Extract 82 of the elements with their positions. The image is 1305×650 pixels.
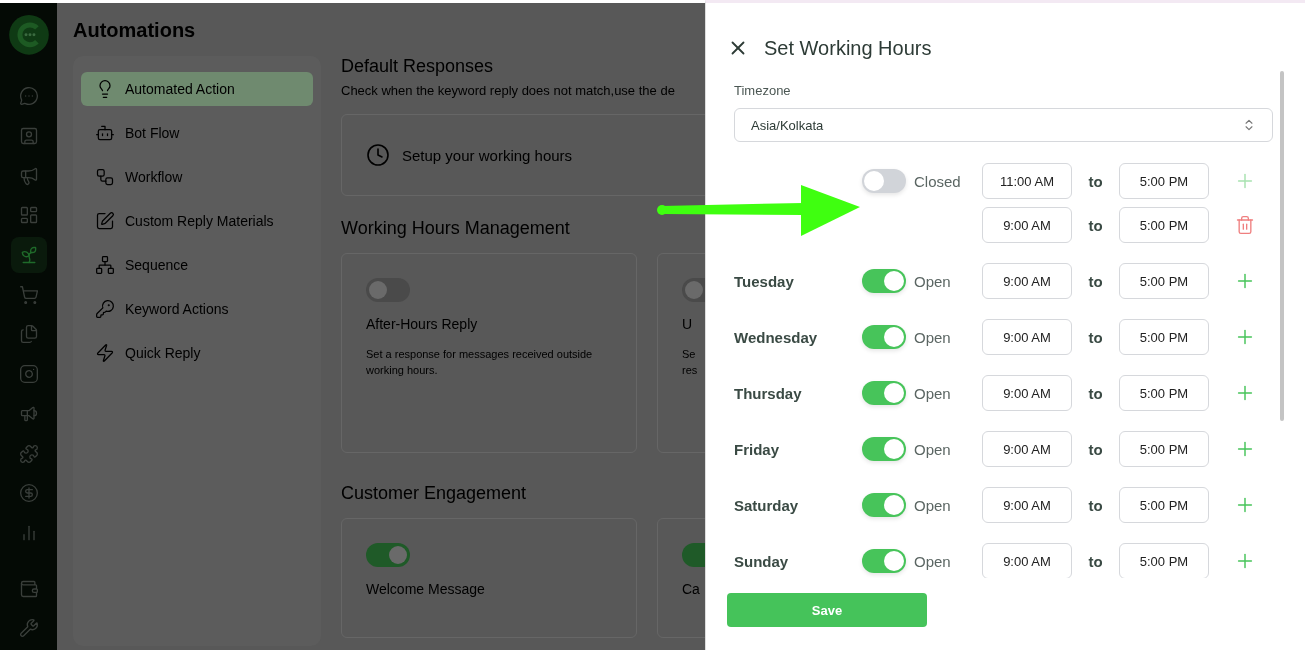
time-input[interactable]: 5:00 PM: [1119, 319, 1209, 355]
nav-item[interactable]: [10, 237, 47, 273]
timezone-select[interactable]: Asia/Kolkata: [734, 108, 1273, 142]
section-subtitle: Check when the keyword reply does not match,use the de: [341, 83, 676, 98]
time-input[interactable]: 11:00 AM: [982, 163, 1072, 199]
chat-icon: [18, 86, 39, 107]
toggle-switch[interactable]: [862, 325, 906, 349]
day-name: Saturday: [734, 495, 800, 516]
status-label: Closed: [913, 171, 962, 192]
card-title: Welcome Message: [366, 581, 486, 597]
dollar-icon: [18, 483, 39, 504]
toggle-switch[interactable]: [862, 437, 906, 461]
key-icon: [95, 299, 115, 319]
drawer-title: Set Working Hours: [764, 36, 932, 60]
lightning-icon: [95, 343, 115, 363]
pen-square-icon: [95, 211, 115, 231]
toggle-switch[interactable]: [366, 543, 410, 567]
status-label: Open: [913, 383, 952, 404]
to-label: to: [1087, 440, 1104, 458]
dashboard-icon: [18, 205, 39, 226]
field-label: Timezone: [734, 83, 792, 98]
toggle-switch[interactable]: [862, 169, 906, 193]
section-title: Customer Engagement: [341, 483, 528, 504]
delete-button[interactable]: [1234, 214, 1256, 236]
to-label: to: [1087, 328, 1104, 346]
time-input[interactable]: 9:00 AM: [982, 431, 1072, 467]
status-label: Open: [913, 439, 952, 460]
toggle-switch[interactable]: [862, 269, 906, 293]
time-input[interactable]: 5:00 PM: [1119, 163, 1209, 199]
toggle-switch[interactable]: [862, 549, 906, 573]
logo: [8, 15, 49, 55]
hierarchy-icon: [95, 255, 115, 275]
day-name: Tuesday: [734, 271, 795, 292]
to-label: to: [1087, 172, 1104, 190]
time-input[interactable]: 5:00 PM: [1119, 487, 1209, 523]
clock-icon: [366, 143, 390, 167]
section-title: Default Responses: [341, 56, 495, 77]
puzzle-icon: [18, 443, 39, 464]
bot-icon: [95, 123, 115, 143]
card-description: Se res: [682, 347, 699, 378]
to-label: to: [1087, 496, 1104, 514]
wrench-icon: [18, 618, 39, 639]
day-name: Thursday: [734, 383, 803, 404]
section-title: Working Hours Management: [341, 218, 571, 239]
trash-icon: [1235, 215, 1255, 235]
toggle-switch[interactable]: [862, 493, 906, 517]
time-input[interactable]: 9:00 AM: [982, 375, 1072, 411]
to-label: to: [1087, 272, 1104, 290]
time-input[interactable]: 5:00 PM: [1119, 375, 1209, 411]
instagram-icon: [18, 364, 39, 385]
status-label: Open: [913, 271, 952, 292]
to-label: to: [1087, 384, 1104, 402]
card-description: Set a response for messages received outside working hours.: [366, 347, 594, 378]
card-title: Ca: [682, 581, 701, 597]
status-label: Open: [913, 495, 952, 516]
workflow-icon: [95, 167, 115, 187]
time-input[interactable]: 9:00 AM: [982, 487, 1072, 523]
page-title: Automations: [73, 19, 197, 42]
day-name: Sunday: [734, 551, 790, 572]
card-title: U: [682, 316, 694, 332]
files-icon: [18, 324, 39, 345]
menu-item[interactable]: Automated Action: [81, 72, 313, 106]
time-input[interactable]: 9:00 AM: [982, 263, 1072, 299]
to-label: to: [1087, 216, 1104, 234]
to-label: to: [1087, 552, 1104, 570]
megaphone-icon: [18, 165, 39, 186]
time-input[interactable]: 9:00 AM: [982, 207, 1072, 243]
day-name: Wednesday: [734, 327, 819, 348]
toggle-switch[interactable]: [366, 278, 410, 302]
status-label: Open: [913, 551, 952, 572]
time-input[interactable]: 9:00 AM: [982, 319, 1072, 355]
contact-icon: [18, 126, 39, 147]
card-title: After-Hours Reply: [366, 316, 479, 332]
toggle-switch[interactable]: [862, 381, 906, 405]
time-input[interactable]: 5:00 PM: [1119, 207, 1209, 243]
time-input[interactable]: 5:00 PM: [1119, 431, 1209, 467]
day-name: Friday: [734, 439, 780, 460]
cart-icon: [18, 284, 39, 305]
scrollbar-thumb[interactable]: [1280, 71, 1284, 421]
wallet-icon: [18, 578, 39, 599]
time-input[interactable]: 5:00 PM: [1119, 263, 1209, 299]
status-label: Open: [913, 327, 952, 348]
